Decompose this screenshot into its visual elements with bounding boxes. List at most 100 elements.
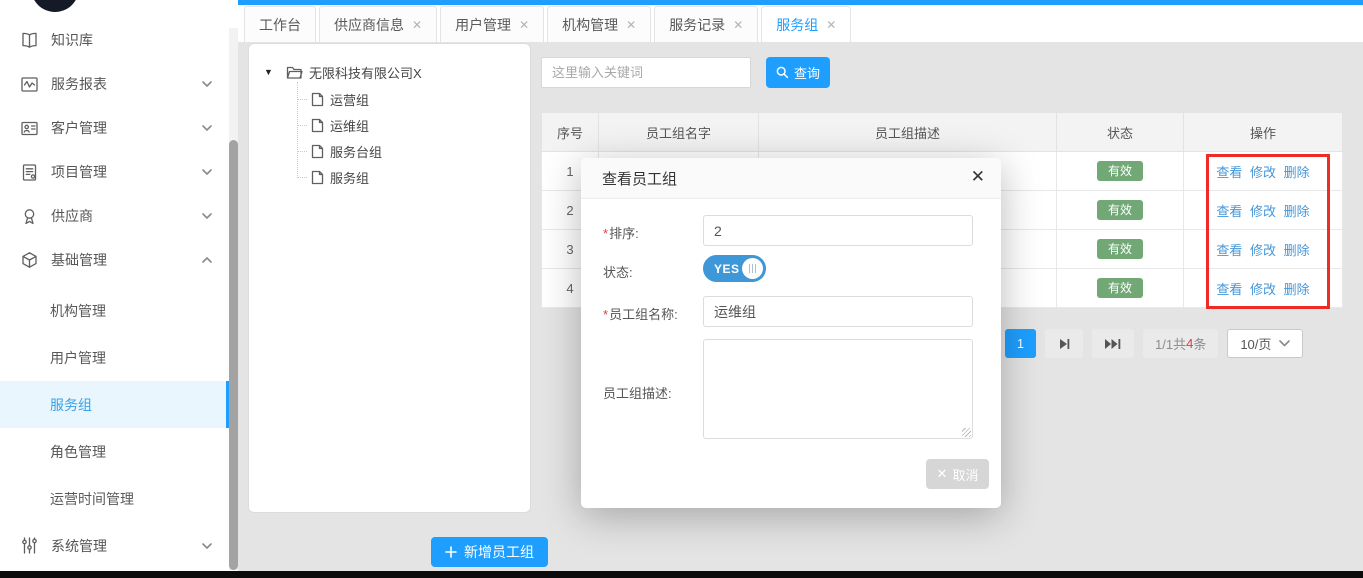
book-icon <box>20 31 39 50</box>
report-icon <box>20 75 39 94</box>
tree-node-maintenance-group[interactable]: 运维组 <box>249 112 530 138</box>
caret-down-icon[interactable]: ▼ <box>264 67 273 77</box>
group-name-input[interactable] <box>703 296 973 327</box>
modal-header: 查看员工组 ✕ <box>581 158 1001 199</box>
sidebar-menu: 知识库 服务报表 客户管理 项目管理 供应商 <box>0 18 230 569</box>
tab-service-records[interactable]: 服务记录 ✕ <box>654 6 758 42</box>
tab-label: 工作台 <box>259 15 301 35</box>
org-tree-panel: ▼ 无限科技有限公司X 运营组 运维组 服务台组 <box>248 43 531 513</box>
delete-link[interactable]: 删除 <box>1284 243 1310 258</box>
sidebar-item-org-management[interactable]: 机构管理 <box>0 287 230 334</box>
next-page-button[interactable] <box>1045 329 1083 358</box>
sidebar-item-user-management[interactable]: 用户管理 <box>0 334 230 381</box>
sidebar-item-basic-management[interactable]: 基础管理 <box>0 238 230 282</box>
tree-node-service-group[interactable]: 服务组 <box>249 164 530 190</box>
status-badge: 有效 <box>1097 161 1143 181</box>
delete-link[interactable]: 删除 <box>1284 282 1310 297</box>
last-page-button[interactable] <box>1092 329 1134 358</box>
sidebar-item-customer-management[interactable]: 客户管理 <box>0 106 230 150</box>
tab-org-management[interactable]: 机构管理 ✕ <box>547 6 651 42</box>
view-link[interactable]: 查看 <box>1216 204 1242 219</box>
cell-status: 有效 <box>1057 152 1184 191</box>
tab-workbench[interactable]: 工作台 <box>244 6 316 42</box>
sidebar-item-service-reports[interactable]: 服务报表 <box>0 62 230 106</box>
desc-field-label: 员工组描述: <box>603 383 672 402</box>
tab-user-management[interactable]: 用户管理 ✕ <box>440 6 544 42</box>
toggle-label: YES <box>714 262 740 276</box>
sidebar-item-project-management[interactable]: 项目管理 <box>0 150 230 194</box>
edit-link[interactable]: 修改 <box>1250 243 1276 258</box>
cell-status: 有效 <box>1057 191 1184 230</box>
close-icon[interactable]: ✕ <box>971 168 985 185</box>
delete-link[interactable]: 删除 <box>1284 204 1310 219</box>
cell-status: 有效 <box>1057 269 1184 308</box>
tab-label: 服务组 <box>776 15 818 35</box>
resize-handle-icon[interactable] <box>962 428 971 437</box>
pagination-info-prefix: 1/1共 <box>1155 334 1186 353</box>
view-employee-group-modal: 查看员工组 ✕ *排序: 状态: YES *员工组名称: 员工组描述: ✕ 取消 <box>581 158 1001 508</box>
sidebar-item-label: 系统管理 <box>51 536 107 556</box>
tree-children: 运营组 运维组 服务台组 服务组 <box>249 86 530 190</box>
tree-node-servicedesk-group[interactable]: 服务台组 <box>249 138 530 164</box>
sidebar-item-supplier[interactable]: 供应商 <box>0 194 230 238</box>
cell-actions: 查看 修改 删除 <box>1184 152 1343 191</box>
close-icon[interactable]: ✕ <box>733 18 743 32</box>
view-link[interactable]: 查看 <box>1216 243 1242 258</box>
tab-service-group[interactable]: 服务组 ✕ <box>761 6 851 42</box>
view-link[interactable]: 查看 <box>1216 165 1242 180</box>
sidebar-item-role-management[interactable]: 角色管理 <box>0 428 230 475</box>
sidebar-scrollbar-thumb[interactable] <box>229 140 238 570</box>
sidebar-item-label: 服务报表 <box>51 74 107 94</box>
status-toggle[interactable]: YES <box>703 255 766 282</box>
tree-root-label: 无限科技有限公司X <box>309 63 422 82</box>
tab-label: 供应商信息 <box>334 15 404 35</box>
sidebar-subitem-label: 运营时间管理 <box>50 489 134 509</box>
page-number-button[interactable]: 1 <box>1005 329 1036 358</box>
toggle-knob-icon <box>742 258 763 279</box>
search-button[interactable]: 查询 <box>766 57 830 88</box>
status-field-label: 状态: <box>603 262 633 281</box>
group-desc-textarea[interactable] <box>703 339 973 439</box>
sidebar-subitem-label: 机构管理 <box>50 301 106 321</box>
sidebar-item-label: 项目管理 <box>51 162 107 182</box>
pagination-info-suffix: 条 <box>1193 334 1206 353</box>
cancel-button[interactable]: ✕ 取消 <box>926 459 989 489</box>
chevron-down-icon <box>202 81 212 87</box>
edit-link[interactable]: 修改 <box>1250 165 1276 180</box>
pagination: 1 1/1共4条 10/页 <box>1005 329 1303 358</box>
sidebar-item-knowledge-base[interactable]: 知识库 <box>0 18 230 62</box>
close-icon[interactable]: ✕ <box>412 18 422 32</box>
close-icon: ✕ <box>937 466 948 482</box>
chevron-up-icon <box>202 257 212 263</box>
supplier-icon <box>20 207 39 226</box>
edit-link[interactable]: 修改 <box>1250 204 1276 219</box>
edit-link[interactable]: 修改 <box>1250 282 1276 297</box>
close-icon[interactable]: ✕ <box>826 18 836 32</box>
customer-icon <box>20 119 39 138</box>
name-field-label: *员工组名称: <box>603 304 678 323</box>
close-icon[interactable]: ✕ <box>519 18 529 32</box>
tree-node-label: 服务台组 <box>330 142 382 161</box>
sidebar-item-service-group[interactable]: 服务组 <box>0 381 230 428</box>
sliders-icon <box>20 536 39 555</box>
tree-root-node[interactable]: ▼ 无限科技有限公司X <box>249 58 530 86</box>
next-page-icon <box>1058 338 1071 350</box>
sidebar-item-operating-time-management[interactable]: 运营时间管理 <box>0 475 230 522</box>
sort-input[interactable] <box>703 215 973 246</box>
close-icon[interactable]: ✕ <box>626 18 636 32</box>
sidebar-item-system-management[interactable]: 系统管理 <box>0 522 230 569</box>
page-size-select[interactable]: 10/页 <box>1227 329 1303 358</box>
tree-node-operations-group[interactable]: 运营组 <box>249 86 530 112</box>
chevron-down-icon <box>1279 340 1290 347</box>
bottom-black-bar <box>0 571 1363 578</box>
sidebar-item-label: 供应商 <box>51 206 93 226</box>
tab-supplier-info[interactable]: 供应商信息 ✕ <box>319 6 437 42</box>
search-input[interactable] <box>541 57 751 88</box>
cell-actions: 查看 修改 删除 <box>1184 230 1343 269</box>
view-link[interactable]: 查看 <box>1216 282 1242 297</box>
cube-icon <box>20 251 39 270</box>
delete-link[interactable]: 删除 <box>1284 165 1310 180</box>
col-header-name: 员工组名字 <box>599 113 759 152</box>
add-employee-group-button[interactable]: 新增员工组 <box>431 537 548 567</box>
main-panel: ▼ 无限科技有限公司X 运营组 运维组 服务台组 <box>238 42 1363 578</box>
